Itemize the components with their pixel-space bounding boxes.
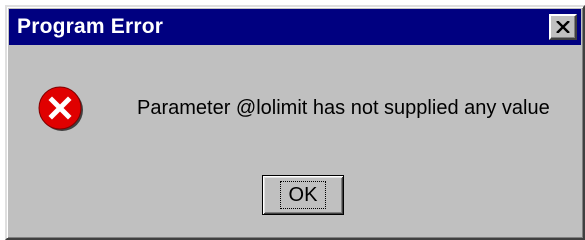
title-bar[interactable]: Program Error	[9, 9, 581, 45]
dialog-title: Program Error	[17, 15, 164, 38]
error-icon	[38, 86, 83, 131]
ok-button-label: OK	[279, 181, 327, 209]
close-button[interactable]	[549, 14, 577, 40]
error-dialog: Program Error Parameter @lolimit has not…	[5, 5, 585, 240]
error-message: Parameter @lolimit has not supplied any …	[137, 97, 550, 119]
close-icon	[556, 21, 570, 33]
ok-button[interactable]: OK	[262, 175, 344, 215]
